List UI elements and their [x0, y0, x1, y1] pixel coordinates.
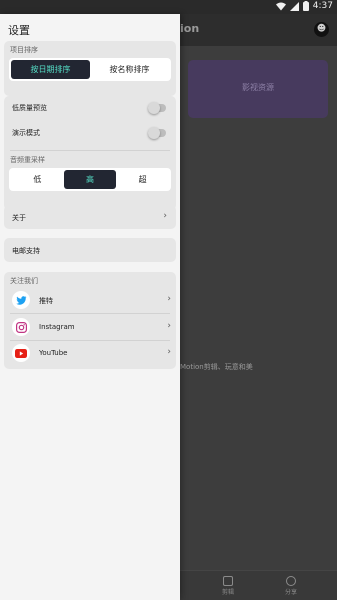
chevron-right-icon: ›: [167, 347, 171, 357]
status-bar: 4:37: [0, 0, 337, 14]
instagram-row[interactable]: Instagram ›: [4, 314, 176, 340]
instagram-label: Instagram: [39, 323, 75, 331]
tab-edit[interactable]: 剪辑: [213, 576, 243, 596]
low-quality-preview-row: 低质量预览: [12, 99, 166, 117]
twitter-row[interactable]: 推特 ›: [4, 287, 176, 313]
sort-by-name-button[interactable]: 按名称排序: [90, 60, 169, 79]
youtube-label: YouTube: [39, 349, 68, 357]
follow-us-label: 关注我们: [10, 277, 38, 285]
resample-ultra-button[interactable]: 超: [116, 170, 169, 189]
share-icon: [286, 576, 296, 586]
chevron-right-icon: ›: [163, 211, 167, 221]
background-card[interactable]: 影视资源: [188, 60, 328, 118]
instagram-icon: [12, 318, 30, 336]
twitter-label: 推特: [39, 297, 53, 305]
email-support-label: 电邮支持: [12, 247, 40, 255]
resample-segmented-control: 低 高 超: [9, 168, 171, 191]
background-tabbar: 剪辑 分享: [180, 570, 337, 600]
about-row[interactable]: 关于 ›: [4, 205, 176, 229]
switch-knob: [148, 102, 160, 114]
demo-mode-row: 演示模式: [12, 124, 166, 142]
chevron-right-icon: ›: [167, 321, 171, 331]
edit-icon: [223, 576, 233, 586]
wifi-icon: [275, 2, 286, 11]
low-quality-preview-label: 低质量预览: [12, 104, 47, 112]
signal-icon: [289, 1, 299, 11]
follow-us-group: 关注我们 推特 › Instagram › YouTube ›: [4, 272, 176, 369]
chevron-right-icon: ›: [167, 294, 171, 304]
email-support-row[interactable]: 电邮支持: [4, 238, 176, 262]
background-card-label: 影视资源: [242, 83, 274, 92]
twitter-icon: [12, 291, 30, 309]
youtube-icon: [12, 344, 30, 362]
preview-settings-group: 低质量预览 演示模式 音频重采样 低 高 超: [4, 96, 176, 210]
status-time: 4:37: [312, 1, 333, 11]
tab-share[interactable]: 分享: [276, 576, 306, 596]
youtube-row[interactable]: YouTube ›: [4, 340, 176, 366]
battery-icon: [302, 1, 309, 11]
resample-high-button[interactable]: 高: [63, 170, 117, 189]
background-body-text: Motion剪辑、玩意和美: [180, 363, 253, 371]
user-avatar-icon[interactable]: ☻: [314, 22, 329, 37]
switch-knob: [148, 127, 160, 139]
low-quality-preview-switch[interactable]: [148, 102, 166, 114]
settings-drawer: 设置 项目排序 按日期排序 按名称排序 低质量预览 演示模式 音频重采样 低 高…: [0, 14, 180, 600]
drawer-title: 设置: [8, 24, 30, 37]
tab-share-label: 分享: [284, 589, 297, 596]
sort-group: 项目排序 按日期排序 按名称排序: [4, 41, 176, 96]
background-logo: ion: [180, 22, 200, 35]
sort-by-date-button[interactable]: 按日期排序: [11, 60, 90, 79]
resample-low-button[interactable]: 低: [11, 170, 64, 189]
sort-label: 项目排序: [10, 46, 38, 54]
demo-mode-label: 演示模式: [12, 129, 40, 137]
status-bar-right: 4:37: [275, 1, 333, 11]
tab-edit-label: 剪辑: [221, 589, 234, 596]
sort-segmented-control: 按日期排序 按名称排序: [9, 58, 171, 81]
demo-mode-switch[interactable]: [148, 127, 166, 139]
about-label: 关于: [12, 214, 26, 222]
resample-label: 音频重采样: [10, 156, 45, 164]
